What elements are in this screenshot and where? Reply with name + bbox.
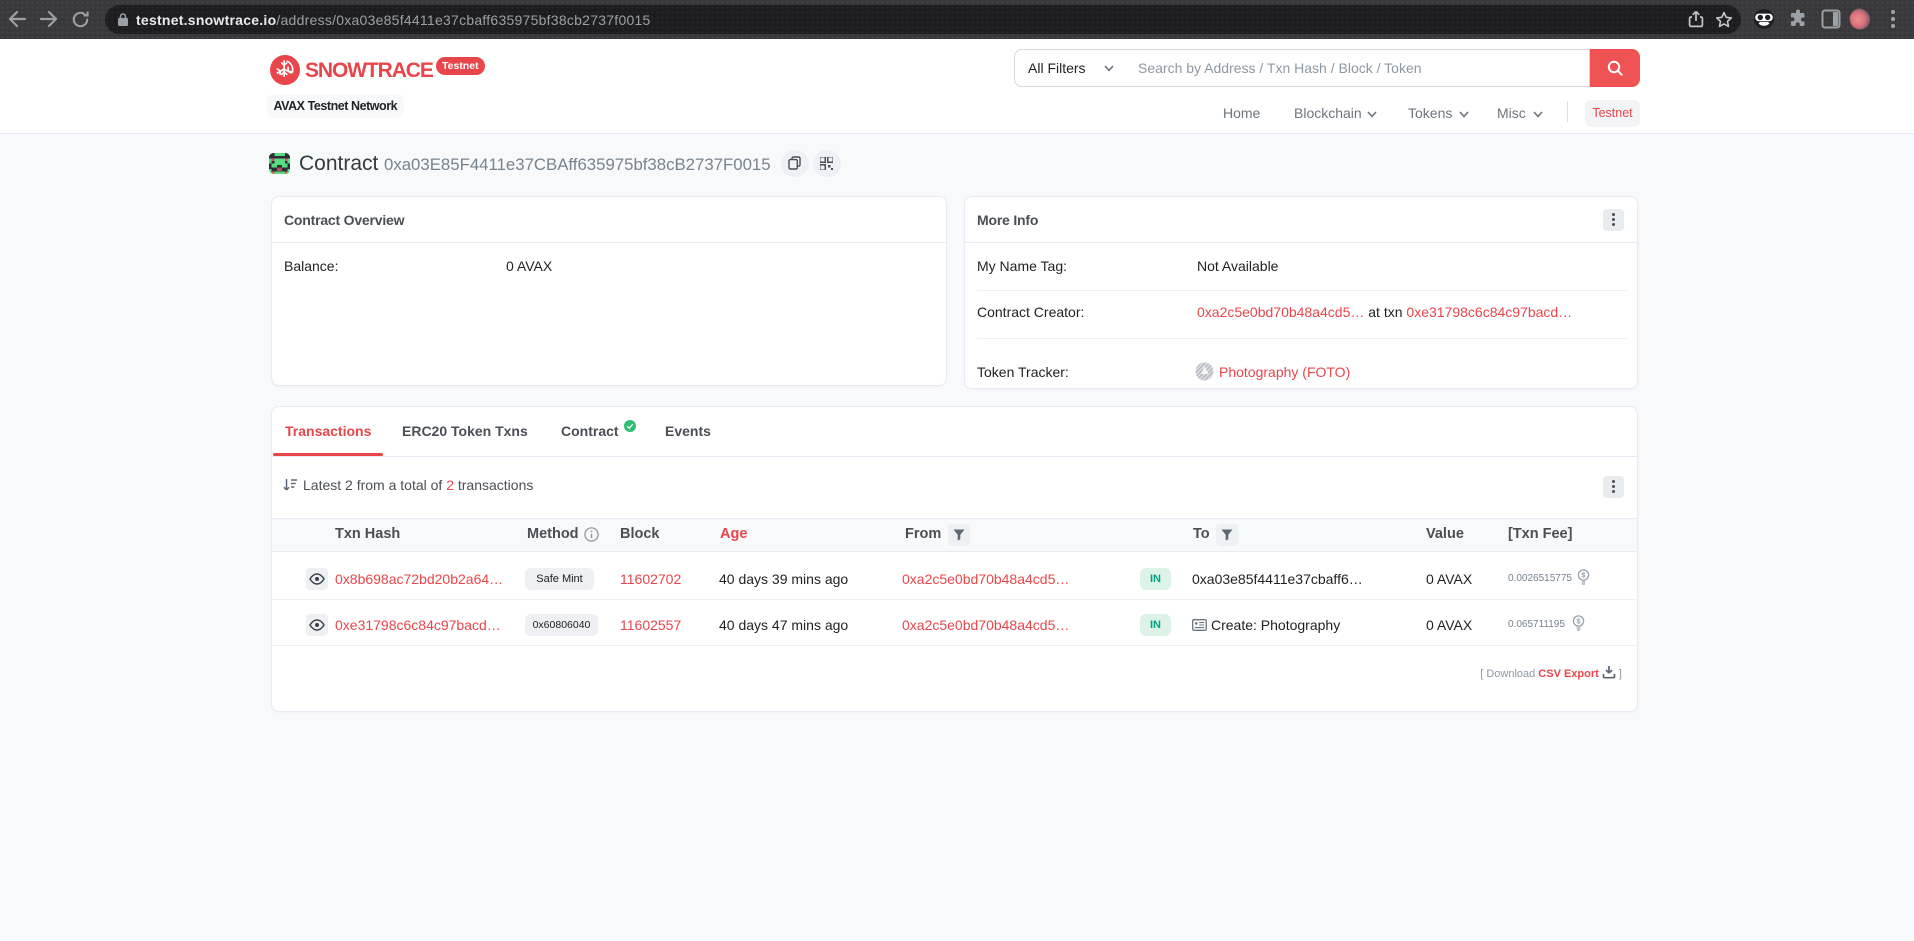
svg-text:$: $ (1576, 617, 1581, 626)
svg-text:$: $ (1581, 571, 1586, 580)
